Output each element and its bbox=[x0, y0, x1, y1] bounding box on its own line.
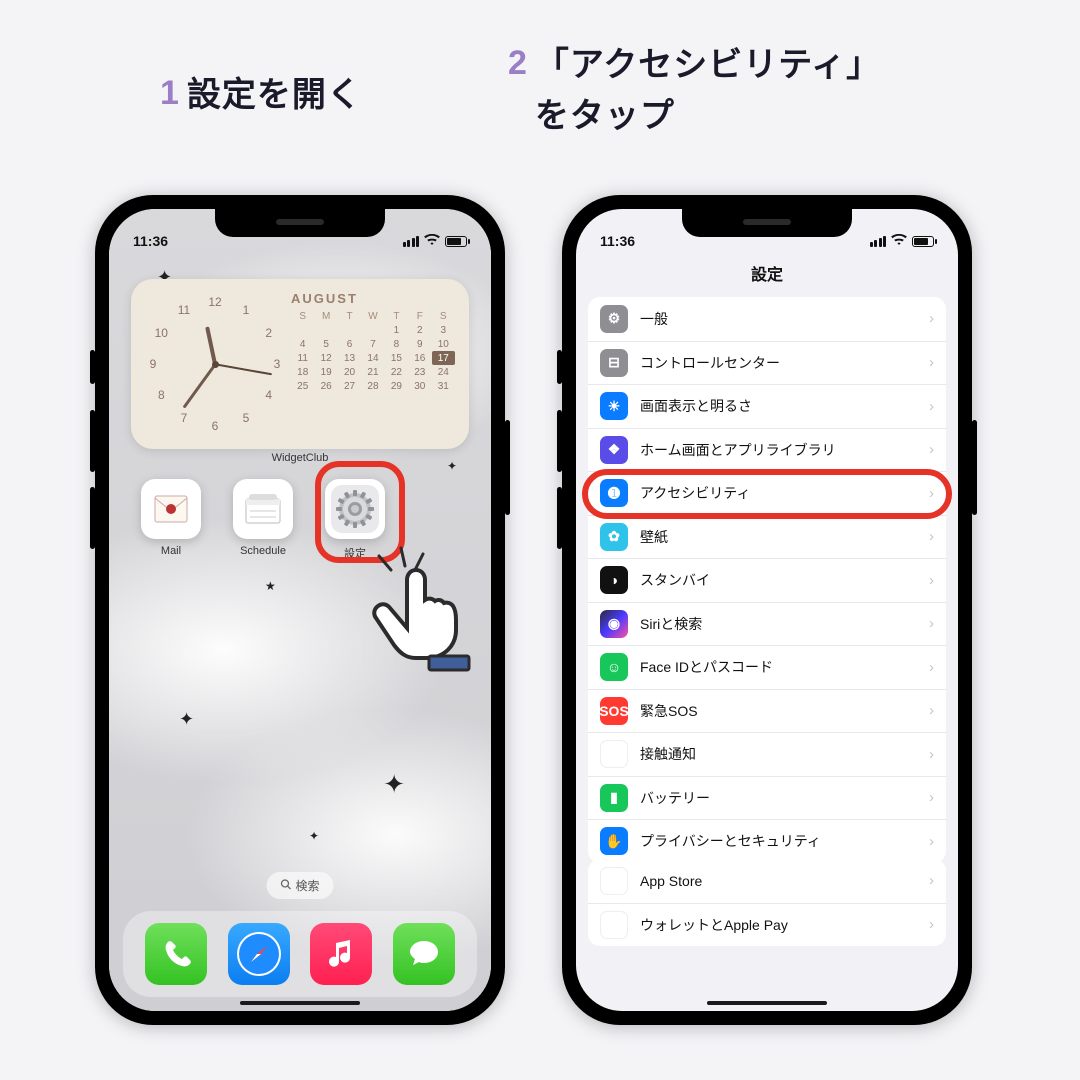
settings-row-access[interactable]: ➊ アクセシビリティ › bbox=[588, 471, 946, 515]
chevron-right-icon: › bbox=[929, 572, 934, 589]
settings-row-home[interactable]: ❖ ホーム画面とアプリライブラリ › bbox=[588, 428, 946, 472]
row-label: ホーム画面とアプリライブラリ bbox=[640, 440, 917, 460]
calendar: AUGUST SMTWTFS12345678910111213141516171… bbox=[291, 291, 455, 437]
row-label: プライバシーとセキュリティ bbox=[640, 831, 917, 851]
widgetclub-widget[interactable]: 121234567891011 AUGUST SMTWTFS1234567891… bbox=[131, 279, 469, 449]
status-time: 11:36 bbox=[133, 233, 168, 249]
row-label: Siriと検索 bbox=[640, 614, 917, 634]
chevron-right-icon: › bbox=[929, 746, 934, 763]
chevron-right-icon: › bbox=[929, 615, 934, 632]
dock-messages-icon[interactable] bbox=[393, 923, 455, 985]
chevron-right-icon: › bbox=[929, 485, 934, 502]
dock-safari-icon[interactable] bbox=[228, 923, 290, 985]
step2-text: 「アクセシビリティ」 をタップ bbox=[535, 40, 881, 142]
dock bbox=[123, 911, 477, 997]
settings-icon bbox=[325, 479, 385, 539]
step1-text: 設定を開く bbox=[187, 70, 362, 121]
chevron-right-icon: › bbox=[929, 528, 934, 545]
search-icon bbox=[280, 879, 291, 893]
settings-row-siri[interactable]: ◉ Siriと検索 › bbox=[588, 602, 946, 646]
app-label: Schedule bbox=[231, 545, 295, 557]
row-label: バッテリー bbox=[640, 788, 917, 808]
phone-home-screen: ✦ ✦ ★ ✦ ✦ ✦ 11:36 121234567891011 AUGUST… bbox=[95, 195, 505, 1025]
phone-settings-screen: 11:36 設定 ⚙ 一般 ›⊟ コントロールセンター ›☀ 画面表示と明るさ bbox=[562, 195, 972, 1025]
step1-number: 1 bbox=[160, 70, 179, 118]
row-label: 画面表示と明るさ bbox=[640, 396, 917, 416]
chevron-right-icon: › bbox=[929, 789, 934, 806]
display-icon: ☀ bbox=[600, 392, 628, 420]
row-label: アクセシビリティ bbox=[640, 483, 917, 503]
wifi-icon bbox=[891, 233, 907, 249]
chevron-right-icon: › bbox=[929, 354, 934, 371]
battery-icon: ▮ bbox=[600, 784, 628, 812]
settings-title: 設定 bbox=[576, 261, 958, 285]
settings-row-sos[interactable]: SOS 緊急SOS › bbox=[588, 689, 946, 733]
wallet-icon: ▭ bbox=[600, 911, 628, 939]
chevron-right-icon: › bbox=[929, 441, 934, 458]
settings-row-wallpaper[interactable]: ✿ 壁紙 › bbox=[588, 515, 946, 559]
wallpaper-icon: ✿ bbox=[600, 523, 628, 551]
exposure-icon: ✺ bbox=[600, 740, 628, 768]
app-label: Mail bbox=[139, 545, 203, 557]
dock-phone-icon[interactable] bbox=[145, 923, 207, 985]
settings-row-display[interactable]: ☀ 画面表示と明るさ › bbox=[588, 384, 946, 428]
chevron-right-icon: › bbox=[929, 916, 934, 933]
app-mail[interactable]: Mail bbox=[139, 479, 203, 561]
tap-hand-icon bbox=[359, 544, 489, 689]
search-label: 検索 bbox=[295, 877, 319, 894]
settings-row-faceid[interactable]: ☺ Face IDとパスコード › bbox=[588, 645, 946, 689]
row-label: 壁紙 bbox=[640, 527, 917, 547]
chevron-right-icon: › bbox=[929, 833, 934, 850]
cc-icon: ⊟ bbox=[600, 349, 628, 377]
analog-clock: 121234567891011 bbox=[145, 294, 285, 434]
chevron-right-icon: › bbox=[929, 702, 934, 719]
row-label: 緊急SOS bbox=[640, 701, 917, 721]
appstore-icon: A bbox=[600, 867, 628, 895]
status-time: 11:36 bbox=[600, 233, 635, 249]
settings-list-secondary: A App Store ›▭ ウォレットとApple Pay › bbox=[588, 859, 946, 946]
home-icon: ❖ bbox=[600, 436, 628, 464]
battery-icon bbox=[445, 236, 467, 247]
settings-row-appstore[interactable]: A App Store › bbox=[588, 859, 946, 903]
row-label: Face IDとパスコード bbox=[640, 657, 917, 677]
access-icon: ➊ bbox=[600, 479, 628, 507]
privacy-icon: ✋ bbox=[600, 827, 628, 855]
general-icon: ⚙ bbox=[600, 305, 628, 333]
siri-icon: ◉ bbox=[600, 610, 628, 638]
settings-row-cc[interactable]: ⊟ コントロールセンター › bbox=[588, 341, 946, 385]
row-label: スタンバイ bbox=[640, 570, 917, 590]
schedule-icon bbox=[233, 479, 293, 539]
row-label: ウォレットとApple Pay bbox=[640, 915, 917, 935]
chevron-right-icon: › bbox=[929, 398, 934, 415]
signal-icon bbox=[870, 236, 887, 247]
row-label: コントロールセンター bbox=[640, 353, 917, 373]
calendar-month: AUGUST bbox=[291, 291, 455, 306]
settings-list: ⚙ 一般 ›⊟ コントロールセンター ›☀ 画面表示と明るさ ›❖ ホーム画面と… bbox=[588, 297, 946, 863]
home-search[interactable]: 検索 bbox=[266, 872, 333, 899]
mail-icon bbox=[141, 479, 201, 539]
settings-row-privacy[interactable]: ✋ プライバシーとセキュリティ › bbox=[588, 819, 946, 863]
signal-icon bbox=[403, 236, 420, 247]
settings-row-standby[interactable]: ◑ スタンバイ › bbox=[588, 558, 946, 602]
settings-row-exposure[interactable]: ✺ 接触通知 › bbox=[588, 732, 946, 776]
app-schedule[interactable]: Schedule bbox=[231, 479, 295, 561]
row-label: 一般 bbox=[640, 309, 917, 329]
sos-icon: SOS bbox=[600, 697, 628, 725]
settings-row-wallet[interactable]: ▭ ウォレットとApple Pay › bbox=[588, 903, 946, 947]
dock-music-icon[interactable] bbox=[310, 923, 372, 985]
chevron-right-icon: › bbox=[929, 310, 934, 327]
battery-icon bbox=[912, 236, 934, 247]
settings-row-general[interactable]: ⚙ 一般 › bbox=[588, 297, 946, 341]
step2-number: 2 bbox=[508, 40, 527, 88]
wifi-icon bbox=[424, 233, 440, 249]
row-label: 接触通知 bbox=[640, 744, 917, 764]
chevron-right-icon: › bbox=[929, 872, 934, 889]
chevron-right-icon: › bbox=[929, 659, 934, 676]
settings-row-battery[interactable]: ▮ バッテリー › bbox=[588, 776, 946, 820]
row-label: App Store bbox=[640, 873, 917, 889]
widget-label: WidgetClub bbox=[109, 452, 491, 464]
faceid-icon: ☺ bbox=[600, 653, 628, 681]
standby-icon: ◑ bbox=[600, 566, 628, 594]
